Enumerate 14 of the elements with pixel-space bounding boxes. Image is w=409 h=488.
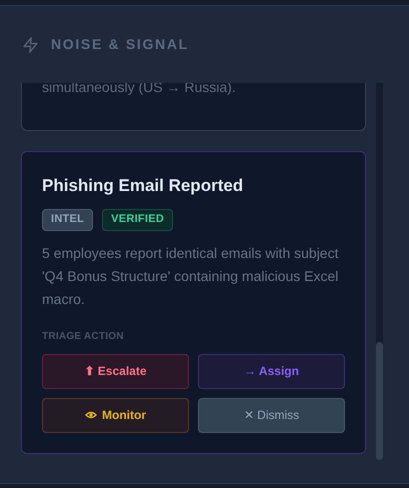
tag-badge: INTEL [42, 208, 94, 230]
card-title: Phishing Email Reported [42, 175, 244, 197]
card-description: 5 employees report identical emails with subject 'Q4 Bonus Structure' containing malicious Excel macro. [42, 244, 340, 308]
monitor-button[interactable]: Monitor [42, 398, 189, 432]
tag-badge: VERIFIED [102, 208, 174, 230]
dismiss-button[interactable]: ✕ Dismiss [198, 398, 345, 432]
section-label: TRIAGE ACTION [42, 330, 125, 344]
lightning-icon [22, 36, 39, 54]
assign-button[interactable]: → Assign [198, 354, 345, 388]
eye-icon [85, 411, 97, 419]
escalate-button[interactable]: ⬆ Escalate [42, 354, 189, 388]
scrollbar-track[interactable] [376, 83, 383, 460]
scrollbar-thumb[interactable] [376, 342, 383, 460]
panel-title: NOISE & SIGNAL [51, 35, 189, 54]
